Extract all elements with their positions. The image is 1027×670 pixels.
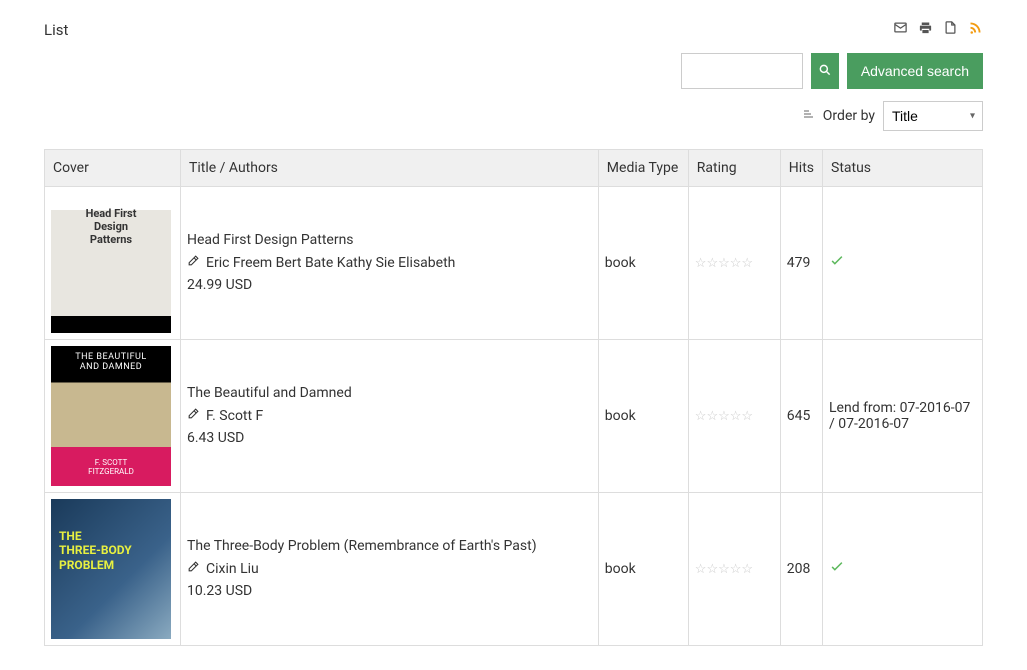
book-price: 24.99 USD (187, 274, 592, 296)
advanced-search-button[interactable]: Advanced search (847, 53, 983, 89)
rss-icon[interactable] (968, 20, 983, 39)
book-authors: F. Scott F (206, 405, 263, 427)
book-price: 6.43 USD (187, 427, 592, 449)
orderby-label: Order by (823, 108, 875, 124)
status-cell (823, 187, 983, 340)
book-price: 10.23 USD (187, 580, 592, 602)
table-row: The Three-Body Problem (Remembrance of E… (45, 493, 983, 646)
status-cell (823, 493, 983, 646)
orderby-select[interactable]: Title (883, 101, 983, 131)
search-input[interactable] (681, 53, 803, 89)
cover-image[interactable] (51, 193, 171, 333)
book-title[interactable]: Head First Design Patterns (187, 229, 592, 251)
media-type: book (598, 340, 688, 493)
search-button[interactable] (811, 53, 839, 89)
table-header-row: Cover Title / Authors Media Type Rating … (45, 150, 983, 187)
hits-count: 479 (780, 187, 822, 340)
search-icon (818, 63, 832, 80)
status-cell: Lend from: 07-2016-07 / 07-2016-07 (823, 340, 983, 493)
export-icons (893, 20, 983, 39)
book-authors: Eric Freem Bert Bate Kathy Sie Elisabeth (206, 252, 455, 274)
th-cover: Cover (45, 150, 181, 187)
table-row: Head First Design PatternsEric Freem Ber… (45, 187, 983, 340)
book-title[interactable]: The Beautiful and Damned (187, 382, 592, 404)
th-status: Status (823, 150, 983, 187)
library-table: Cover Title / Authors Media Type Rating … (44, 149, 983, 646)
mail-icon[interactable] (893, 20, 908, 39)
book-authors: Cixin Liu (206, 558, 259, 580)
rating-stars[interactable]: ☆☆☆☆☆ (695, 562, 774, 577)
rating-stars[interactable]: ☆☆☆☆☆ (695, 256, 774, 271)
cover-image[interactable] (51, 346, 171, 486)
page-title: List (44, 21, 68, 39)
check-icon (829, 256, 845, 272)
table-row: The Beautiful and DamnedF. Scott F6.43 U… (45, 340, 983, 493)
print-icon[interactable] (918, 20, 933, 39)
pdf-icon[interactable] (943, 20, 958, 39)
hits-count: 208 (780, 493, 822, 646)
check-icon (829, 562, 845, 578)
sort-icon (801, 108, 815, 124)
book-title[interactable]: The Three-Body Problem (Remembrance of E… (187, 535, 592, 557)
media-type: book (598, 187, 688, 340)
media-type: book (598, 493, 688, 646)
th-hits: Hits (780, 150, 822, 187)
th-title: Title / Authors (181, 150, 599, 187)
th-rating: Rating (688, 150, 780, 187)
edit-icon[interactable] (187, 252, 200, 274)
th-media: Media Type (598, 150, 688, 187)
edit-icon[interactable] (187, 405, 200, 427)
cover-image[interactable] (51, 499, 171, 639)
rating-stars[interactable]: ☆☆☆☆☆ (695, 409, 774, 424)
edit-icon[interactable] (187, 558, 200, 580)
status-text: Lend from: 07-2016-07 / 07-2016-07 (829, 400, 970, 432)
hits-count: 645 (780, 340, 822, 493)
